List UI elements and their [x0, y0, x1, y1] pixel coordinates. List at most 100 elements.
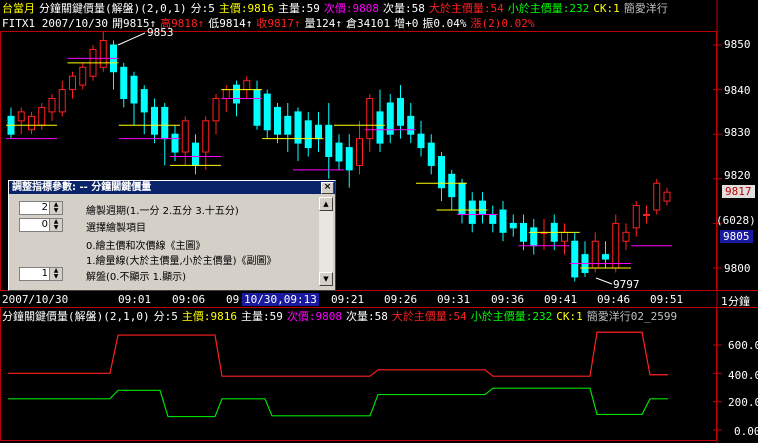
time-label: 09:31 — [437, 293, 471, 306]
header-field: 分鐘關鍵價量(解盤)(2,0,1) — [39, 2, 187, 15]
spinner-arrows-icon[interactable]: ▲ ▼ — [49, 202, 62, 214]
candle-down — [171, 133, 179, 153]
period-spinner[interactable]: 2 ▲ ▼ — [19, 201, 63, 215]
interpret-spinner[interactable]: 1 ▲ ▼ — [19, 267, 63, 281]
period-button[interactable]: 1分鐘 — [721, 293, 750, 309]
candle-up — [79, 66, 87, 86]
spinner-arrows-icon[interactable]: ▲ ▼ — [49, 268, 62, 280]
candle-down — [345, 147, 353, 171]
item-spinner-value: 0 — [41, 219, 48, 230]
item-spinner[interactable]: 0 ▲ ▼ — [19, 218, 63, 232]
sub-indicator-header: 分鐘關鍵價量(解盤)(2,1,0) 分:5 主價:9816 主量:59 次價:9808 次… — [2, 308, 681, 324]
header-field: 主量:59 — [240, 310, 283, 323]
candle-up — [69, 75, 76, 91]
price-label: 9820 — [724, 169, 751, 182]
header-field: 簡愛洋行 — [623, 2, 668, 15]
candle-down — [325, 124, 333, 157]
spinner-arrows-icon[interactable]: ▲ ▼ — [49, 219, 62, 231]
candle-down — [448, 173, 456, 198]
scroll-up-icon[interactable]: ▲ — [319, 197, 333, 211]
candle-down — [274, 106, 281, 135]
header-field: 量124↑ — [304, 17, 342, 30]
time-label: 09:06 — [172, 293, 206, 306]
small-volume-line — [8, 387, 668, 418]
sub-axis-label: 0.00 — [734, 425, 758, 438]
dialog-title[interactable]: 調整指標參數: -- 分鐘關鍵價量 × — [9, 181, 335, 194]
header-field: 低9814↑ — [208, 17, 253, 30]
candle-down — [509, 222, 517, 229]
dialog-scrollbar[interactable]: ▲ ▼ — [319, 197, 333, 286]
header-field: 次量:58 — [382, 2, 425, 15]
candle-down — [376, 111, 384, 144]
candle-up — [17, 111, 25, 122]
header-field: 漲(2)0.02% — [470, 17, 535, 30]
candle-down — [233, 84, 240, 104]
indicator-header-row1: 台當月 分鐘關鍵價量(解盤)(2,0,1) 分:5 主價:9816 主量:59 次價:98… — [2, 0, 672, 16]
header-field: 開9815↑ — [111, 17, 157, 30]
header-field: 主價:9816 — [218, 2, 274, 15]
option-1-label: 1.繪量線(大於主價量,小於主價量)《副圖》 — [86, 256, 277, 267]
scroll-down-icon[interactable]: ▼ — [319, 272, 333, 286]
scroll-track[interactable] — [319, 211, 333, 272]
high-annotation-line — [117, 32, 146, 46]
crosshair-time-box: 10/30,09:13 — [242, 293, 319, 306]
candle-down — [161, 106, 169, 140]
candle-down — [130, 75, 138, 104]
header-field: 分:5 — [153, 310, 178, 323]
candle-up — [38, 106, 46, 126]
candle-down — [192, 142, 199, 166]
candle-up — [58, 89, 66, 113]
header-field: 增+0 — [394, 17, 419, 30]
volume-box: (6028) — [716, 214, 756, 227]
candle-down — [120, 66, 128, 100]
candle-down — [520, 222, 527, 242]
candle-down — [151, 106, 158, 135]
header-field: 主量:59 — [277, 2, 320, 15]
candle-up — [622, 231, 630, 242]
time-label: 09:36 — [491, 293, 525, 306]
header-field: FITX1 2007/10/30 — [2, 17, 108, 30]
candle-up — [632, 205, 640, 229]
candle-down — [479, 200, 486, 215]
price-label: 9830 — [724, 126, 751, 139]
sub-axis-label: 200.00 — [728, 396, 758, 409]
dialog-title-text: 調整指標參數: -- 分鐘關鍵價量 — [12, 182, 152, 193]
header-field: 收9817↑ — [256, 17, 301, 30]
header-field: 次價:9808 — [286, 310, 342, 323]
time-label: 09:26 — [384, 293, 418, 306]
low-annotation-label: 9797 — [613, 278, 640, 291]
indicator-params-dialog[interactable]: 調整指標參數: -- 分鐘關鍵價量 × 2 ▲ ▼ 繪製週期(1.一分 2.五分 … — [8, 180, 336, 291]
header-field: 分鐘關鍵價量(解盤)(2,1,0) — [2, 310, 150, 323]
cursor-price-box: 9805 — [720, 230, 753, 243]
candle-up — [366, 98, 374, 140]
current-price-badge: 9817 — [722, 185, 755, 198]
time-label: 09:01 — [118, 293, 152, 306]
sub-panel-frame — [0, 307, 717, 441]
candle-up — [222, 89, 230, 100]
time-label: 2007/10/30 — [2, 293, 69, 306]
header-field: 倉34101 — [345, 17, 391, 30]
time-label: 09:51 — [650, 293, 684, 306]
header-field: CK:1 — [556, 310, 583, 323]
price-label: 9800 — [724, 262, 751, 275]
candle-down — [304, 120, 312, 149]
candle-down — [407, 115, 415, 135]
candle-up — [202, 120, 210, 153]
candle-up — [356, 138, 363, 166]
header-field: 次量:58 — [345, 310, 388, 323]
candle-down — [284, 115, 292, 135]
candle-up — [181, 120, 189, 153]
interpret-label: 解盤(0.不顯示 1.顯示) — [86, 272, 187, 283]
candle-down — [499, 209, 507, 233]
price-label: 9840 — [724, 84, 751, 97]
option-0-label: 0.繪主價和次價線《主圖》 — [86, 241, 206, 252]
price-label: 9850 — [724, 38, 751, 51]
time-label: 09:46 — [597, 293, 631, 306]
header-field: 大於主價量:54 — [391, 310, 467, 323]
candle-down — [571, 240, 579, 278]
header-field: 簡愛洋行02_2599 — [586, 310, 678, 323]
period-label: 繪製週期(1.一分 2.五分 3.十五分) — [86, 206, 239, 217]
close-button[interactable]: × — [321, 182, 334, 194]
quote-header-row2: FITX1 2007/10/30 開9815↑ 高9818↑ 低9814↑ 收9817↑… — [2, 15, 538, 31]
header-field: 高9818↑ — [160, 17, 205, 30]
